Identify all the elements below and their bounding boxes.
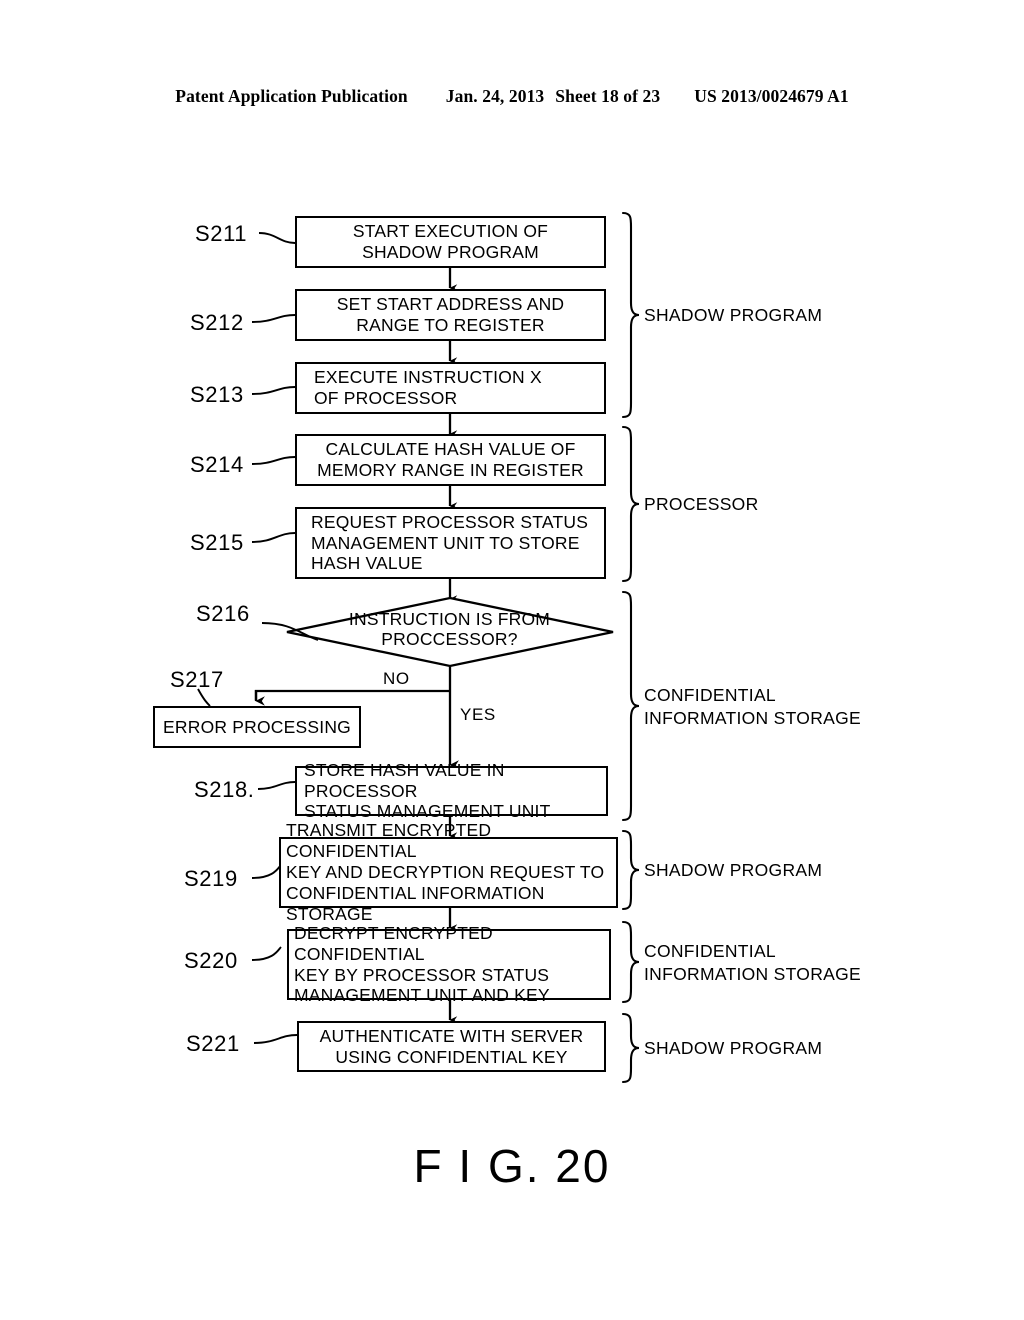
leader-s218 [257, 781, 296, 790]
flow-node-s220-text: DECRYPT ENCRYPTED CONFIDENTIAL KEY BY PR… [294, 922, 550, 1006]
step-label-s218: S218. [194, 777, 255, 802]
flowchart: START EXECUTION OF SHADOW PROGRAM SET ST… [0, 0, 1024, 1320]
leader-s212 [251, 314, 296, 323]
edge-label-no: NO [383, 669, 410, 688]
flow-node-s214-text: CALCULATE HASH VALUE OF MEMORY RANGE IN … [317, 439, 584, 480]
flow-node-s215-text: REQUEST PROCESSOR STATUS MANAGEMENT UNIT… [311, 511, 589, 574]
group-label-shadow-program-1: SHADOW PROGRAM [644, 305, 823, 325]
flow-node-s214[interactable]: CALCULATE HASH VALUE OF MEMORY RANGE IN … [295, 434, 606, 486]
brace-shadow-program-2 [621, 829, 640, 911]
edge-label-yes: YES [460, 705, 496, 724]
leader-s213 [251, 386, 296, 395]
flow-node-s212-text: SET START ADDRESS AND RANGE TO REGISTER [336, 294, 565, 335]
step-label-s212: S212 [190, 310, 244, 335]
step-label-s219: S219 [184, 866, 238, 891]
flow-node-s215[interactable]: REQUEST PROCESSOR STATUS MANAGEMENT UNIT… [295, 507, 606, 579]
flow-node-s220[interactable]: DECRYPT ENCRYPTED CONFIDENTIAL KEY BY PR… [287, 923, 611, 1005]
leader-s214 [251, 456, 296, 465]
leader-s221 [253, 1034, 298, 1044]
edge-s216-no-path [254, 689, 450, 700]
flow-node-s212[interactable]: SET START ADDRESS AND RANGE TO REGISTER [295, 289, 606, 341]
flow-node-s216-text: INSTRUCTION IS FROM PROCCESSOR? [348, 609, 551, 649]
step-label-s216: S216 [196, 601, 250, 626]
step-label-s213: S213 [190, 382, 244, 407]
group-label-processor: PROCESSOR [644, 494, 759, 514]
step-label-s215: S215 [190, 530, 244, 555]
flow-node-s219-text: TRANSMIT ENCRYPTED CONFIDENTIAL KEY AND … [286, 820, 605, 924]
group-label-confidential-storage-1: CONFIDENTIAL INFORMATION STORAGE [644, 685, 862, 729]
flow-node-s216[interactable]: INSTRUCTION IS FROM PROCCESSOR? [285, 597, 614, 667]
leader-s220 [251, 946, 282, 961]
brace-confidential-storage-2 [621, 920, 640, 1004]
brace-shadow-program-3 [621, 1012, 640, 1084]
flow-node-s211-text: START EXECUTION OF SHADOW PROGRAM [352, 221, 549, 262]
group-label-shadow-program-3: SHADOW PROGRAM [644, 1038, 823, 1058]
flow-node-s213-text: EXECUTE INSTRUCTION X OF PROCESSOR [314, 367, 542, 408]
step-label-s217: S217 [170, 667, 224, 692]
flow-node-s213[interactable]: EXECUTE INSTRUCTION X OF PROCESSOR [295, 362, 606, 414]
leader-s215 [251, 532, 296, 543]
flow-node-s218[interactable]: STORE HASH VALUE IN PROCESSOR STATUS MAN… [295, 760, 608, 821]
brace-confidential-storage-1 [621, 590, 640, 822]
brace-processor [621, 425, 640, 583]
step-label-s211: S211 [195, 221, 248, 246]
step-label-s220: S220 [184, 948, 238, 973]
flow-node-s221-text: AUTHENTICATE WITH SERVER USING CONFIDENT… [319, 1025, 584, 1067]
step-label-s221: S221 [186, 1031, 240, 1056]
flow-node-s221[interactable]: AUTHENTICATE WITH SERVER USING CONFIDENT… [297, 1021, 606, 1072]
flow-node-s218-text: STORE HASH VALUE IN PROCESSOR STATUS MAN… [304, 759, 551, 822]
flow-node-s217-text: ERROR PROCESSING [163, 716, 351, 737]
flow-node-s217[interactable]: ERROR PROCESSING [153, 706, 361, 748]
group-label-confidential-storage-2: CONFIDENTIAL INFORMATION STORAGE [644, 941, 862, 985]
flow-node-s211[interactable]: START EXECUTION OF SHADOW PROGRAM [295, 216, 606, 268]
brace-shadow-program-1 [621, 211, 640, 419]
figure-caption: F I G. 20 [413, 1140, 611, 1192]
group-label-shadow-program-2: SHADOW PROGRAM [644, 860, 823, 880]
leader-s211 [258, 232, 296, 244]
leader-s219 [251, 864, 282, 879]
flow-node-s219[interactable]: TRANSMIT ENCRYPTED CONFIDENTIAL KEY AND … [279, 820, 618, 924]
step-label-s214: S214 [190, 452, 244, 477]
